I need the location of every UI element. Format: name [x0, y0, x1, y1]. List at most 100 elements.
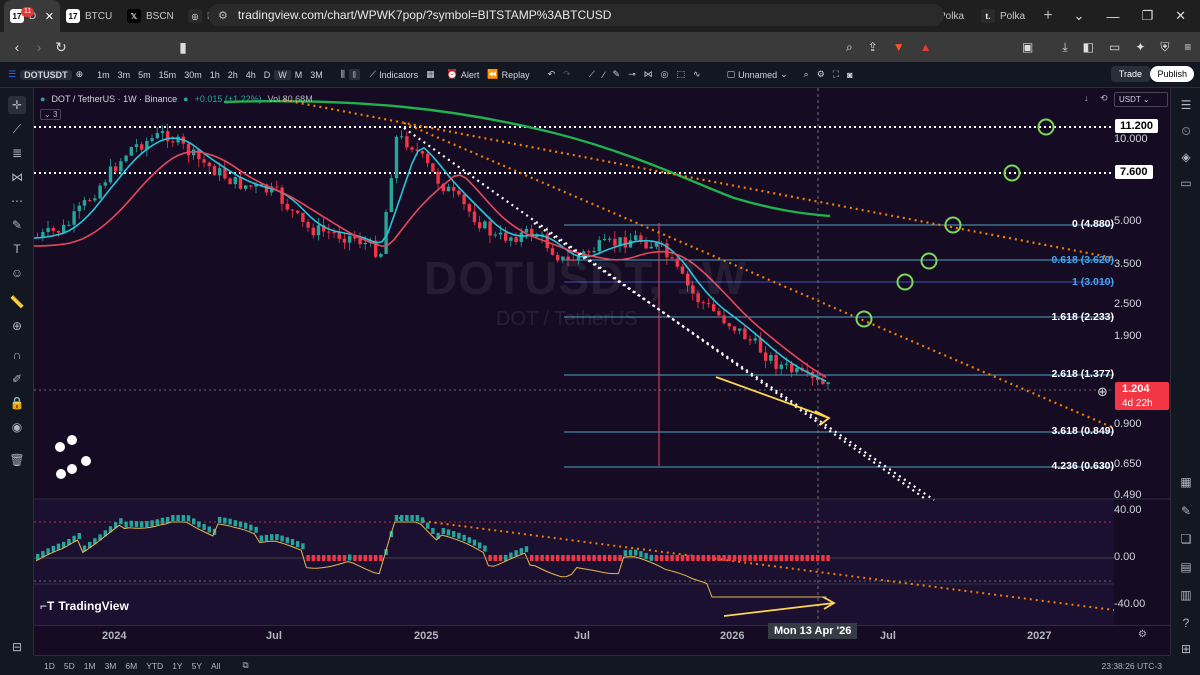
menu-avatar-icon[interactable]: ☰: [0, 69, 20, 80]
publish-button[interactable]: Publish: [1150, 66, 1194, 82]
templates-icon[interactable]: ▦: [422, 69, 439, 80]
draw-trend-icon[interactable]: ⟋: [585, 69, 599, 80]
compare-symbol-icon[interactable]: ⊕: [72, 69, 88, 80]
back-icon[interactable]: ‹: [6, 39, 28, 55]
chat-icon[interactable]: ▭: [1177, 174, 1195, 192]
legend-eye-icon[interactable]: ●: [183, 94, 188, 104]
candles-icon[interactable]: ⫾: [348, 69, 360, 80]
timeframe-1m[interactable]: 1m: [93, 70, 114, 80]
timeframe-1h[interactable]: 1h: [206, 70, 224, 80]
replay-button[interactable]: ⏪ Replay: [483, 69, 533, 80]
bookmark-icon[interactable]: ▮: [172, 39, 194, 56]
minimize-icon[interactable]: —: [1106, 9, 1119, 24]
range-1m[interactable]: 1M: [84, 661, 96, 671]
range-3m[interactable]: 3M: [105, 661, 117, 671]
time-axis[interactable]: 2024 Jul 2025 Jul 2026 Jul 2027: [34, 625, 1170, 647]
browser-tab[interactable]: 17 BTCU: [60, 0, 121, 32]
redo-icon[interactable]: ↷: [559, 69, 575, 80]
layout-button[interactable]: ▢ Unnamed ⌄: [723, 69, 792, 80]
clock[interactable]: 23:38:26 UTC-3: [1102, 661, 1162, 671]
share-icon[interactable]: ⇪: [868, 40, 878, 54]
timeframe-3m[interactable]: 3m: [114, 70, 135, 80]
zoom-in-icon[interactable]: ⊕: [8, 317, 26, 335]
date-range-icon[interactable]: ⧉: [242, 660, 248, 671]
range-1y[interactable]: 1Y: [172, 661, 182, 671]
draw-callout-icon[interactable]: ⬚: [673, 69, 690, 80]
watchlist-icon[interactable]: ☰: [1177, 96, 1195, 114]
browser-tab[interactable]: 17 D ✕ 11: [4, 0, 60, 32]
grid-icon[interactable]: ⊞: [1177, 640, 1195, 658]
help-icon[interactable]: ?: [1177, 614, 1195, 632]
undo-icon[interactable]: ↶: [544, 69, 560, 80]
draw-fib-icon[interactable]: ⋈: [640, 69, 657, 80]
close-window-icon[interactable]: ✕: [1175, 8, 1186, 24]
timeframe-4h[interactable]: 4h: [242, 70, 260, 80]
add-alert-icon[interactable]: ⊕: [1097, 384, 1108, 400]
download-chart-icon[interactable]: ↓: [1084, 93, 1089, 103]
lock-icon[interactable]: 🔒: [8, 394, 26, 412]
forward-icon[interactable]: ›: [28, 39, 50, 55]
new-tab-icon[interactable]: +: [1036, 7, 1060, 25]
timeframe-30m[interactable]: 30m: [180, 70, 206, 80]
brush-icon[interactable]: ✎: [8, 216, 26, 234]
forecast-icon[interactable]: ⋯: [8, 192, 26, 210]
timeframe-d[interactable]: D: [260, 70, 275, 80]
close-tab-icon[interactable]: ✕: [45, 10, 54, 23]
doc-icon[interactable]: ▥: [1177, 586, 1195, 604]
reload-icon[interactable]: ↻: [50, 39, 72, 56]
chart-type-icon[interactable]: ⫼: [337, 69, 349, 80]
restore-chart-icon[interactable]: ⟲: [1100, 93, 1108, 104]
menu-icon[interactable]: ≡: [1184, 40, 1191, 54]
object-tree-icon[interactable]: ⊟: [8, 638, 26, 656]
crosshair-icon[interactable]: ✛: [8, 96, 26, 114]
sidebar-icon[interactable]: ◧: [1083, 40, 1094, 54]
tab-search-icon[interactable]: ⌄: [1074, 8, 1085, 24]
range-5y[interactable]: 5Y: [192, 661, 202, 671]
axis-settings-icon[interactable]: ⚙: [1138, 629, 1147, 640]
range-1d[interactable]: 1D: [44, 661, 55, 671]
browser-tab[interactable]: 𝕏 BSCN: [121, 0, 182, 32]
screenshot-icon[interactable]: ▣: [1022, 40, 1033, 54]
maximize-icon[interactable]: ❐: [1141, 8, 1153, 24]
magnet-icon[interactable]: ∩: [8, 346, 26, 364]
zoom-icon[interactable]: ⌕: [846, 40, 853, 55]
brave-rewards-icon[interactable]: ▲: [920, 40, 932, 54]
eye-icon[interactable]: ◉: [8, 418, 26, 436]
indicator-count-badge[interactable]: ⌄ 3: [40, 109, 62, 120]
range-all[interactable]: All: [211, 661, 220, 671]
download-icon[interactable]: ⤓: [1062, 40, 1067, 55]
layers-icon[interactable]: ◈: [1177, 148, 1195, 166]
lock-pen-icon[interactable]: ✐: [8, 370, 26, 388]
trash-icon[interactable]: 🗑: [8, 451, 26, 469]
notes-icon[interactable]: ▤: [1177, 558, 1195, 576]
timeframe-2h[interactable]: 2h: [224, 70, 242, 80]
pattern-icon[interactable]: ⋈: [8, 168, 26, 186]
ruler-icon[interactable]: 📏: [8, 293, 26, 311]
indicators-button[interactable]: ⟋ Indicators: [366, 69, 422, 80]
search-icon[interactable]: ⌕: [800, 69, 813, 80]
chart-pane[interactable]: ● DOT / TetherUS · 1W · Binance ● +0.015…: [34, 88, 1170, 655]
range-5d[interactable]: 5D: [64, 661, 75, 671]
ai-icon[interactable]: ✦: [1135, 40, 1145, 54]
calendar-icon[interactable]: ▦: [1177, 473, 1195, 491]
browser-tab[interactable]: t. Polka: [975, 0, 1036, 32]
text-icon[interactable]: T: [8, 240, 26, 258]
timeframe-15m[interactable]: 15m: [155, 70, 181, 80]
alerts-icon[interactable]: ⏲: [1177, 122, 1195, 140]
timeframe-w[interactable]: W: [274, 69, 291, 80]
fib-tool-icon[interactable]: ≣: [8, 144, 26, 162]
draw-hline-icon[interactable]: ⊸: [624, 69, 640, 80]
pages-icon[interactable]: ❏: [1177, 530, 1195, 548]
site-info-icon[interactable]: ⚙: [218, 9, 228, 22]
alert-button[interactable]: ⏰ Alert: [443, 69, 484, 80]
wallet-icon[interactable]: ▭: [1109, 40, 1120, 54]
draw-brush-icon[interactable]: ✎: [609, 69, 625, 80]
trend-line-icon[interactable]: ⟋: [8, 120, 26, 138]
range-ytd[interactable]: YTD: [146, 661, 163, 671]
settings-icon[interactable]: ⚙: [813, 69, 829, 80]
camera-icon[interactable]: ◙: [843, 70, 856, 80]
draw-path-icon[interactable]: ∿: [689, 69, 705, 80]
draw-ray-icon[interactable]: ∕: [599, 70, 609, 80]
range-6m[interactable]: 6M: [125, 661, 137, 671]
timeframe-3m[interactable]: 3M: [306, 70, 327, 80]
